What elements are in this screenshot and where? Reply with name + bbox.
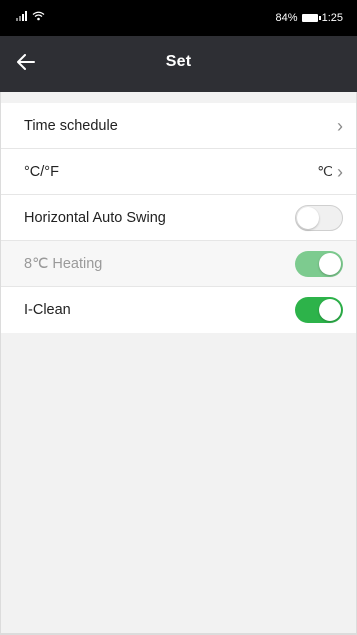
- horizontal-swing-row: Horizontal Auto Swing: [0, 195, 357, 241]
- heating-8c-label: 8℃ Heating: [24, 255, 103, 272]
- page-title: Set: [165, 53, 192, 70]
- temp-unit-label: °C/°F: [24, 163, 59, 180]
- time-schedule-row[interactable]: Time schedule ›: [0, 103, 357, 149]
- horizontal-swing-label: Horizontal Auto Swing: [24, 209, 166, 226]
- status-bar: 84% 1:25: [0, 0, 357, 36]
- status-right: 84% 1:25: [276, 12, 343, 24]
- wifi-icon: [32, 11, 45, 24]
- chevron-right-icon: ›: [337, 161, 343, 182]
- left-edge-divider: [0, 92, 1, 635]
- temp-unit-value: ℃: [317, 163, 333, 179]
- battery-icon: [301, 14, 321, 22]
- i-clean-row: I-Clean: [0, 287, 357, 333]
- app-header: Set: [0, 36, 357, 92]
- status-left: [16, 11, 45, 24]
- clock: 1:25: [321, 12, 343, 24]
- toggle-knob: [319, 252, 341, 275]
- horizontal-swing-toggle[interactable]: [295, 204, 343, 231]
- signal-icon: [16, 11, 28, 24]
- chevron-right-icon: ›: [337, 115, 343, 136]
- toggle-knob: [319, 299, 341, 321]
- i-clean-toggle[interactable]: [295, 297, 343, 323]
- i-clean-label: I-Clean: [24, 302, 71, 318]
- time-schedule-label: Time schedule: [24, 117, 118, 134]
- settings-list: Time schedule › °C/°F ℃ › Horizontal Aut…: [0, 103, 357, 333]
- time-schedule-right: ›: [337, 117, 343, 135]
- temp-unit-right: ℃ ›: [317, 163, 343, 181]
- heating-8c-row: 8℃ Heating: [0, 241, 357, 287]
- heating-8c-toggle[interactable]: [295, 250, 343, 277]
- battery-percent: 84%: [275, 12, 298, 24]
- toggle-knob: [297, 206, 319, 229]
- temp-unit-row[interactable]: °C/°F ℃ ›: [0, 149, 357, 195]
